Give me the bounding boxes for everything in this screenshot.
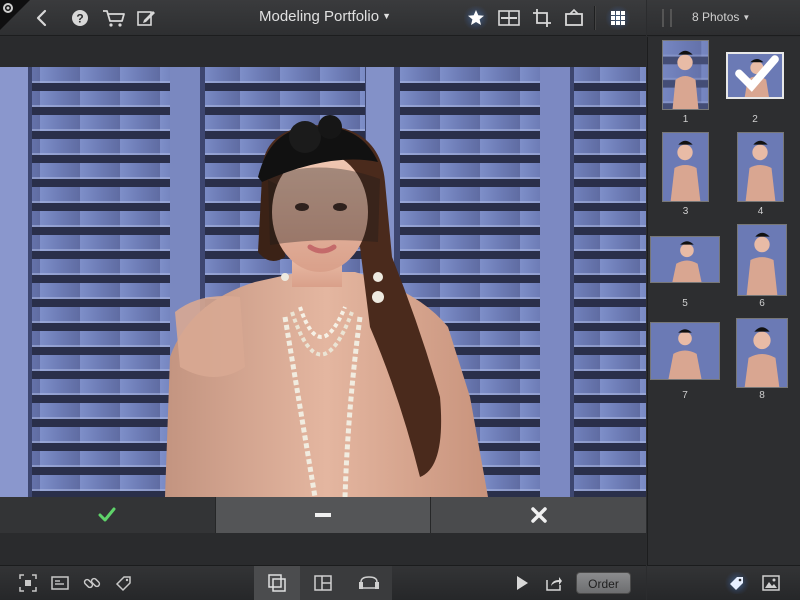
link-icon[interactable] (80, 572, 104, 594)
thumbnail-3[interactable]: 3 (662, 132, 709, 220)
compare-view-icon[interactable] (311, 572, 335, 594)
thumbnail-image (662, 132, 709, 202)
thumbnail-4[interactable]: 4 (737, 132, 784, 220)
fit-icon[interactable] (16, 572, 40, 594)
thumbnail-image (650, 322, 720, 380)
stage-footer-space (0, 533, 646, 565)
order-button[interactable]: Order (576, 572, 631, 594)
thumbnail-image (737, 132, 784, 202)
help-icon[interactable]: ? (68, 6, 92, 30)
info-card-icon[interactable] (48, 572, 72, 594)
tag-add-icon[interactable] (112, 572, 136, 594)
chevron-down-icon: ▼ (382, 11, 391, 21)
thumbnail-number: 3 (682, 206, 689, 217)
single-view-icon[interactable] (265, 572, 289, 594)
share-icon[interactable] (542, 572, 566, 594)
couch-icon[interactable] (357, 572, 381, 594)
thumbnail-number: 2 (752, 114, 758, 125)
settings-icon[interactable] (1, 1, 15, 15)
photo-count-dropdown[interactable]: 8 Photos ▼ (692, 10, 750, 24)
thumbnail-image (726, 52, 784, 99)
reject-button[interactable] (431, 497, 647, 533)
minus-icon (315, 513, 331, 517)
album-title-dropdown[interactable]: Modeling Portfolio ▼ (240, 8, 410, 25)
pick-reject-bar (0, 497, 647, 533)
x-icon (530, 507, 547, 523)
thumbnail-image (650, 236, 720, 283)
thumbnail-1[interactable]: 1 (662, 40, 709, 128)
star-icon[interactable] (464, 6, 488, 30)
sidebar-drag-handle[interactable] (662, 9, 672, 27)
thumbnail-2[interactable]: 2 (726, 52, 784, 128)
bottom-toolbar: Order (0, 565, 646, 600)
thumbnail-number: 1 (682, 114, 689, 125)
image-icon[interactable] (759, 572, 783, 594)
svg-text:?: ? (76, 12, 83, 26)
tag-icon[interactable] (725, 572, 749, 594)
thumbnail-5[interactable]: 5 (650, 236, 720, 312)
edit-icon[interactable] (134, 6, 158, 30)
compare-icon[interactable] (496, 6, 522, 30)
back-icon[interactable] (30, 6, 54, 30)
cart-icon[interactable] (100, 6, 128, 30)
thumbnail-number: 8 (759, 390, 765, 401)
neutral-button[interactable] (215, 497, 432, 533)
thumbnail-8[interactable]: 8 (736, 318, 788, 406)
top-toolbar: ? Modeling Portfolio ▼ (0, 0, 646, 36)
accept-button[interactable] (0, 497, 216, 533)
photo-stage (0, 37, 646, 497)
thumbnail-6[interactable]: 6 (737, 224, 787, 312)
play-icon[interactable] (510, 572, 534, 594)
toolbar-divider (594, 6, 595, 30)
chevron-down-icon: ▼ (742, 13, 751, 22)
photo-count: 8 Photos (692, 10, 740, 24)
checkmark-icon (98, 507, 116, 522)
sidebar-footer (647, 565, 800, 600)
thumbnail-image (662, 40, 709, 110)
thumbnail-image (736, 318, 788, 388)
main-photo[interactable] (0, 67, 646, 497)
grid-icon[interactable] (606, 6, 630, 30)
thumbnail-number: 5 (682, 298, 688, 309)
thumbnail-number: 7 (682, 390, 688, 401)
selected-check-icon (735, 55, 779, 92)
thumbnail-7[interactable]: 7 (650, 322, 720, 406)
crop-icon[interactable] (530, 6, 554, 30)
thumbnail-image (737, 224, 787, 296)
album-title: Modeling Portfolio (259, 8, 380, 25)
frame-icon[interactable] (562, 6, 586, 30)
thumbnail-number: 6 (759, 298, 765, 309)
thumbnail-number: 4 (757, 206, 764, 217)
